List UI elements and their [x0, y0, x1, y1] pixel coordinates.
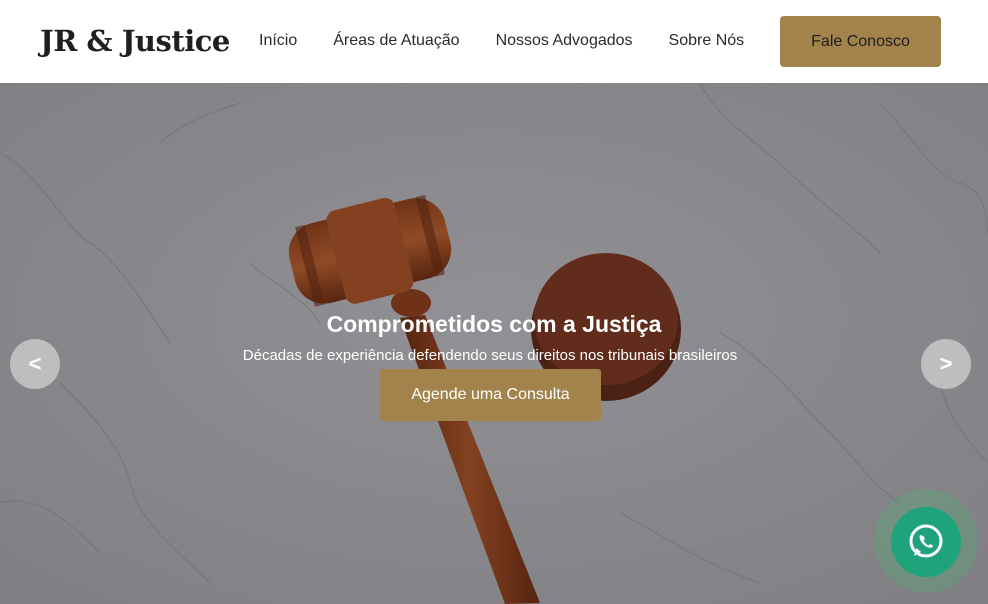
hero-slider: Comprometidos com a Justiça Décadas de e…: [0, 83, 988, 604]
whatsapp-icon: [909, 524, 943, 558]
navbar: JR & Justice Início Áreas de Atuação Nos…: [0, 0, 988, 83]
nav-link-areas[interactable]: Áreas de Atuação: [333, 32, 459, 50]
logo[interactable]: JR & Justice: [40, 24, 230, 58]
slider-prev-button[interactable]: <: [10, 339, 60, 389]
hero-background-image: [0, 83, 988, 604]
hero-subtitle: Décadas de experiência defendendo seus d…: [242, 347, 738, 364]
nav-link-advogados[interactable]: Nossos Advogados: [496, 32, 633, 50]
slider-next-button[interactable]: >: [921, 339, 971, 389]
hero-title: Comprometidos com a Justiça: [326, 311, 662, 337]
contact-button[interactable]: Fale Conosco: [780, 16, 941, 67]
schedule-consultation-button[interactable]: Agende uma Consulta: [380, 369, 601, 421]
nav-menu: Início Áreas de Atuação Nossos Advogados…: [259, 32, 780, 50]
nav-link-inicio[interactable]: Início: [259, 32, 297, 50]
whatsapp-button[interactable]: [891, 507, 961, 577]
nav-link-sobre[interactable]: Sobre Nós: [669, 32, 745, 50]
